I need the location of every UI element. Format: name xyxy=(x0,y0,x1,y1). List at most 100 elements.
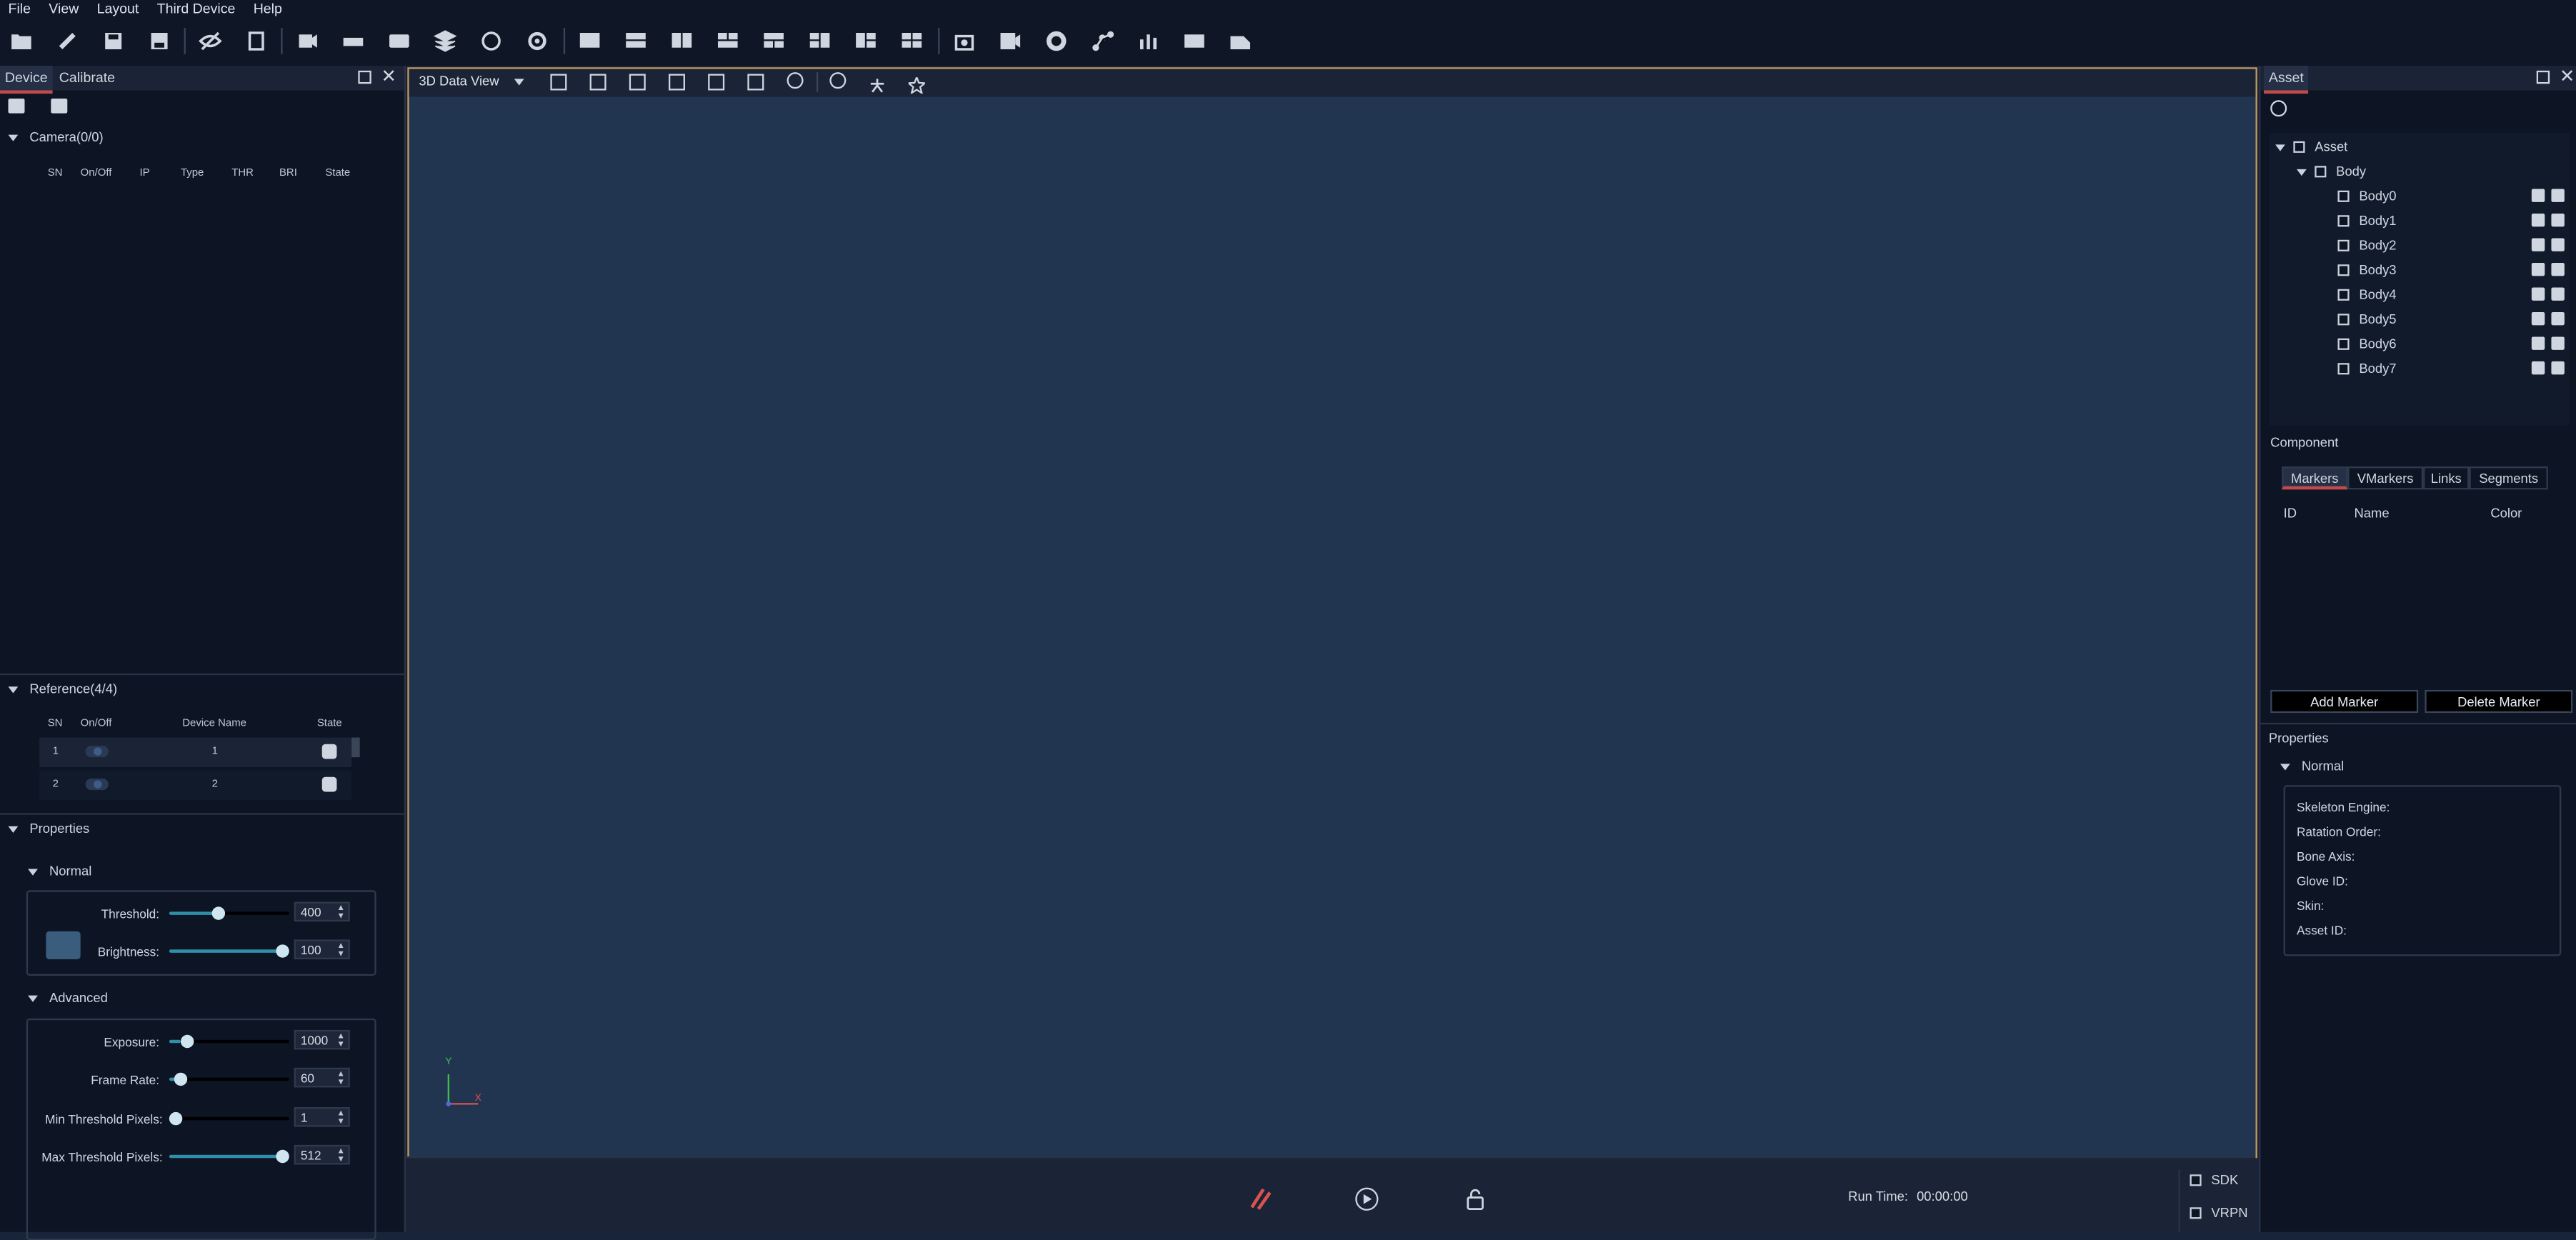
duplicate-icon[interactable] xyxy=(2551,311,2565,326)
list-item[interactable]: Body4 xyxy=(2337,287,2569,302)
list-item[interactable]: Body3 xyxy=(2337,262,2569,278)
network-icon[interactable] xyxy=(478,28,504,54)
skeleton-link-icon[interactable] xyxy=(1089,28,1116,54)
info-icon[interactable] xyxy=(829,72,847,89)
play-icon[interactable] xyxy=(1355,1187,1379,1211)
tab-device[interactable]: Device xyxy=(0,65,53,94)
copy-icon[interactable] xyxy=(2531,336,2545,350)
close-panel-icon[interactable]: ✕ xyxy=(2560,67,2575,87)
record-logo-icon[interactable] xyxy=(1247,1186,1273,1212)
menu-layout[interactable]: Layout xyxy=(97,0,139,16)
layout-split-v-icon[interactable] xyxy=(669,28,695,54)
unlock-icon[interactable] xyxy=(1465,1188,1485,1211)
list-item[interactable]: Body7 xyxy=(2337,361,2569,376)
sdk-checkbox[interactable]: SDK xyxy=(2190,1173,2238,1188)
layout-right-two-icon[interactable] xyxy=(853,28,879,54)
layout-split-h-icon[interactable] xyxy=(623,28,649,54)
ruler-icon[interactable] xyxy=(54,28,81,54)
marker-view-icon[interactable] xyxy=(906,72,927,95)
normal-header[interactable]: Normal xyxy=(2280,759,2344,774)
duplicate-icon[interactable] xyxy=(2551,361,2565,375)
float-panel-icon[interactable] xyxy=(2536,70,2550,84)
tab-asset[interactable]: Asset xyxy=(2263,65,2309,94)
max-threshold-slider[interactable] xyxy=(169,1149,289,1164)
open-folder-icon[interactable] xyxy=(8,28,34,54)
device-sync-icon[interactable] xyxy=(243,28,269,54)
refresh-icon[interactable] xyxy=(2270,100,2287,117)
camera-list-icon[interactable] xyxy=(8,98,25,114)
tab-calibrate[interactable]: Calibrate xyxy=(54,66,120,90)
duplicate-icon[interactable] xyxy=(2551,189,2565,202)
duplicate-icon[interactable] xyxy=(2551,262,2565,276)
properties-header[interactable]: Properties xyxy=(8,821,89,836)
advanced-header[interactable]: Advanced xyxy=(28,991,108,1005)
menu-third-device[interactable]: Third Device xyxy=(157,0,236,16)
camera-record-icon[interactable] xyxy=(51,98,68,114)
add-marker-button[interactable]: Add Marker xyxy=(2270,689,2419,714)
tree-root-asset[interactable]: Asset xyxy=(2275,139,2347,154)
copy-icon[interactable] xyxy=(2531,238,2545,251)
list-item[interactable]: Body0 xyxy=(2337,189,2569,204)
export-icon[interactable] xyxy=(1227,28,1254,54)
duplicate-icon[interactable] xyxy=(2551,287,2565,301)
min-threshold-spinbox[interactable]: 1 ▲ ▼ xyxy=(294,1106,350,1127)
bar-chart-icon[interactable] xyxy=(1135,28,1162,54)
copy-icon[interactable] xyxy=(2531,213,2545,227)
view-right-icon[interactable] xyxy=(668,74,685,91)
onoff-toggle[interactable] xyxy=(85,746,109,758)
threshold-spinbox[interactable]: 400 ▲ ▼ xyxy=(294,901,350,922)
table-row[interactable]: 1 1 xyxy=(39,737,352,767)
brightness-spinbox[interactable]: 100 ▲ ▼ xyxy=(294,939,350,960)
skeleton-view-icon[interactable] xyxy=(869,72,886,93)
camera-calibrate-icon[interactable] xyxy=(952,28,978,54)
copy-icon[interactable] xyxy=(2531,287,2545,301)
normal-header[interactable]: Normal xyxy=(28,864,91,879)
settings-gear-icon[interactable] xyxy=(524,28,551,54)
list-item[interactable]: Body5 xyxy=(2337,311,2569,327)
min-threshold-slider[interactable] xyxy=(169,1111,289,1126)
copy-icon[interactable] xyxy=(2531,361,2545,375)
video-record-icon[interactable] xyxy=(386,28,412,54)
copy-icon[interactable] xyxy=(2531,311,2545,326)
vm-icon[interactable] xyxy=(1181,28,1207,54)
visibility-off-icon[interactable] xyxy=(197,28,224,54)
layout-quad-icon[interactable] xyxy=(899,28,925,54)
exposure-slider[interactable] xyxy=(169,1034,289,1049)
layout-left-two-icon[interactable] xyxy=(807,28,833,54)
scrollbar-handle[interactable] xyxy=(351,737,360,758)
float-panel-icon[interactable] xyxy=(358,70,371,84)
threshold-slider[interactable] xyxy=(169,906,289,920)
duplicate-icon[interactable] xyxy=(2551,336,2565,350)
menu-file[interactable]: File xyxy=(8,0,31,16)
view-top-icon[interactable] xyxy=(708,74,725,91)
vrpn-checkbox[interactable]: VRPN xyxy=(2190,1206,2248,1221)
layers-icon[interactable] xyxy=(432,28,459,54)
view-bottom-icon[interactable] xyxy=(747,74,764,91)
copy-icon[interactable] xyxy=(2531,189,2545,202)
layout-bottom-two-icon[interactable] xyxy=(761,28,787,54)
delete-marker-button[interactable]: Delete Marker xyxy=(2425,689,2573,714)
duplicate-icon[interactable] xyxy=(2551,238,2565,251)
tab-vmarkers[interactable]: VMarkers xyxy=(2347,466,2424,490)
tab-segments[interactable]: Segments xyxy=(2469,466,2548,490)
save-as-icon[interactable] xyxy=(146,28,173,54)
view-back-icon[interactable] xyxy=(589,74,606,91)
view-left-icon[interactable] xyxy=(629,74,646,91)
list-item[interactable]: Body2 xyxy=(2337,238,2569,253)
view-front-icon[interactable] xyxy=(550,74,567,91)
reset-view-icon[interactable] xyxy=(787,72,804,89)
reference-section-header[interactable]: Reference(4/4) xyxy=(8,681,117,696)
tab-markers[interactable]: Markers xyxy=(2282,466,2348,490)
brightness-slider[interactable] xyxy=(169,944,289,958)
copy-icon[interactable] xyxy=(2531,262,2545,276)
duplicate-icon[interactable] xyxy=(2551,213,2565,227)
3d-viewport[interactable]: 3D Data View Y X xyxy=(407,67,2257,1159)
list-item[interactable]: Body6 xyxy=(2337,336,2569,351)
tab-links[interactable]: Links xyxy=(2423,466,2470,490)
exposure-spinbox[interactable]: 1000 ▲ ▼ xyxy=(294,1029,350,1050)
menu-view[interactable]: View xyxy=(49,0,79,16)
frame-rate-spinbox[interactable]: 60 ▲ ▼ xyxy=(294,1067,350,1088)
camera-section-header[interactable]: Camera(0/0) xyxy=(8,130,104,144)
layout-top-two-icon[interactable] xyxy=(714,28,741,54)
tree-group-body[interactable]: Body xyxy=(2296,164,2366,179)
